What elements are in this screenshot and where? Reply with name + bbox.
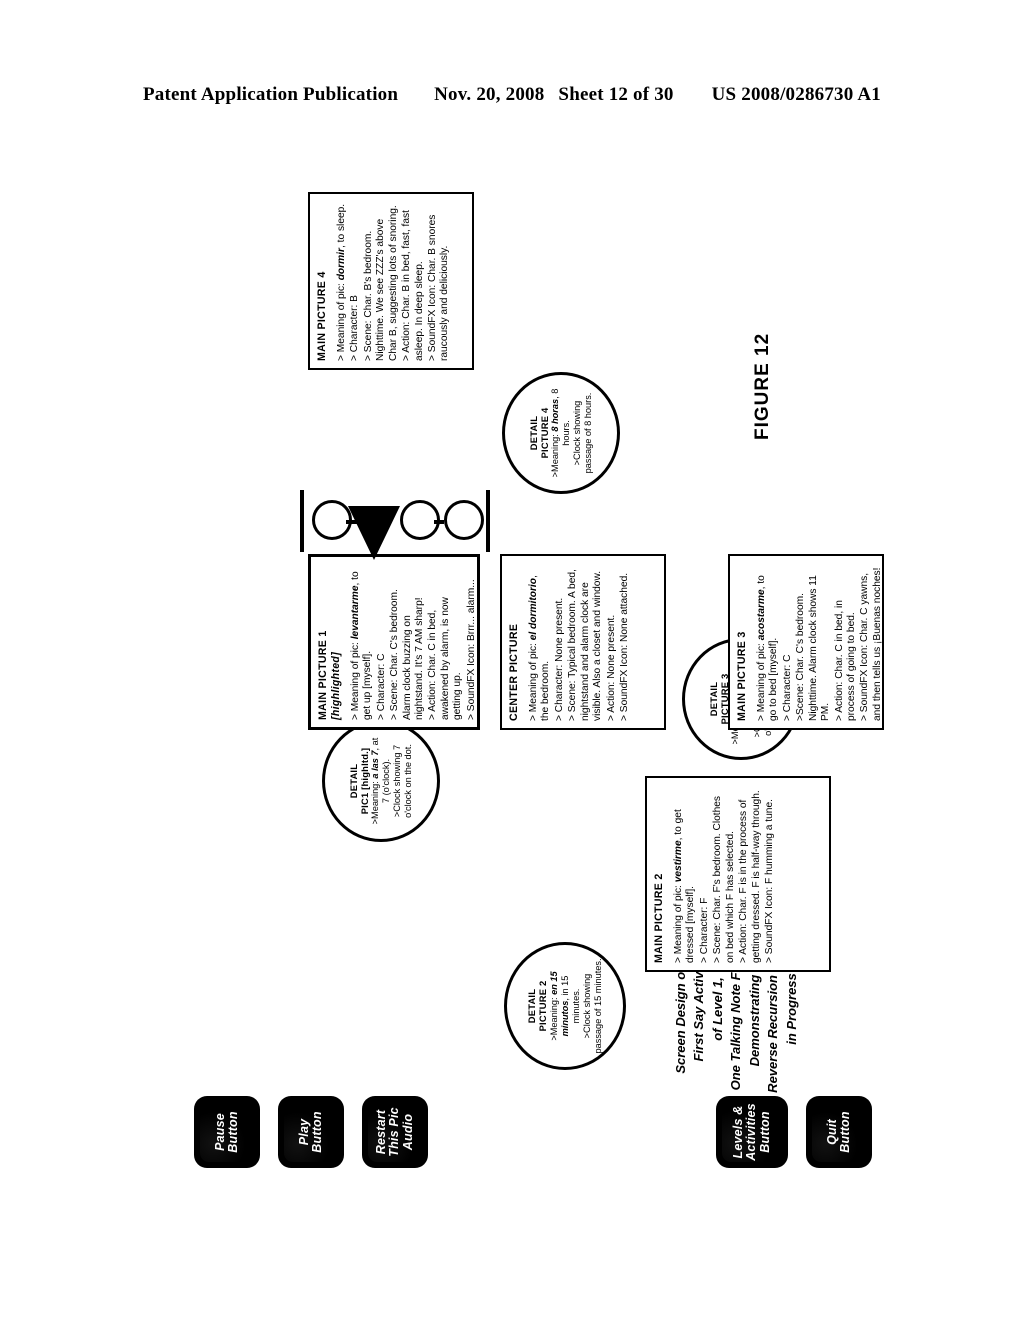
page-header: Patent Application Publication Nov. 20, … xyxy=(0,84,1024,106)
main-picture-1-line-3: > Action: Char. C in bed, awakened by al… xyxy=(427,597,464,720)
restart-audio-label-1: This Pic xyxy=(387,1107,402,1157)
main-picture-3-line-1: > Character: C xyxy=(781,654,793,721)
publication-label: Patent Application Publication xyxy=(143,84,399,105)
play-button-label-1: Button xyxy=(310,1111,324,1153)
restart-audio-button[interactable]: Restart This Pic Audio xyxy=(362,1096,428,1168)
levels-label-1: Activities xyxy=(744,1103,759,1161)
play-button-label-0: Play xyxy=(296,1118,311,1146)
detail-picture-2-bubble[interactable]: DETAIL PICTURE 2 >Meaning: en 15 minutos… xyxy=(504,942,626,1070)
main-picture-4-title: MAIN PICTURE 4 xyxy=(316,271,328,361)
main-picture-3-line-3: > Action: Char. C in bed, in process of … xyxy=(833,600,857,721)
main-picture-1-note[interactable]: MAIN PICTURE 1 [highlighted] > Meaning o… xyxy=(308,554,480,730)
chain-connector-2 xyxy=(434,520,444,524)
quit-button-label-1: Button xyxy=(838,1111,852,1153)
main-picture-2-line-0: > Meaning of pic: vestirme, to get dress… xyxy=(672,809,697,963)
figure-caption: FIGURE 12 xyxy=(752,332,773,440)
main-picture-1-line-4: > SoundFX Icon: Brrr... alarm... xyxy=(465,579,477,720)
play-button[interactable]: Play Button xyxy=(278,1096,344,1168)
center-picture-line-2: > Scene: Typical bedroom. A bed, nightst… xyxy=(567,569,604,721)
detail-pic-1-bubble[interactable]: DETAIL PIC1 [highltd.] >Meaning: a las 7… xyxy=(322,720,440,842)
detail-picture-4-title-1: DETAIL xyxy=(527,415,539,451)
detail-pic-1-title-1: DETAIL xyxy=(347,763,359,799)
pause-button-label-0: Pause xyxy=(212,1113,227,1151)
center-picture-note[interactable]: CENTER PICTURE > Meaning of pic: el dorm… xyxy=(500,554,666,730)
main-picture-4-line-2: > Scene: Char. B's bedroom. Nighttime. W… xyxy=(362,205,399,361)
chain-bottom-bar xyxy=(486,490,490,552)
center-picture-title: CENTER PICTURE xyxy=(508,623,520,721)
detail-picture-2-line-1: >Clock showing passage of 15 minutes. xyxy=(581,958,603,1054)
main-picture-1-line-2: > Scene: Char. C's bedroom. Alarm clock … xyxy=(389,589,426,720)
detail-picture-2-line-0: >Meaning: en 15 minutos, in 15 minutes. xyxy=(548,971,581,1041)
levels-activities-button[interactable]: Levels & Activities Button xyxy=(716,1096,788,1168)
quit-button[interactable]: Quit Button xyxy=(806,1096,872,1168)
main-picture-4-line-1: > Character: B xyxy=(349,295,361,361)
detail-picture-2-title-2: PICTURE 2 xyxy=(537,980,549,1032)
main-picture-3-line-0: > Meaning of pic: acostarme, to go to be… xyxy=(755,575,780,721)
main-picture-3-line-4: > SoundFX Icon: Char. C yawns, and then … xyxy=(859,567,883,721)
main-picture-1-title: MAIN PICTURE 1 [highlighted] xyxy=(317,564,343,720)
publication-date: Nov. 20, 2008 xyxy=(434,84,545,105)
main-picture-2-note[interactable]: MAIN PICTURE 2 > Meaning of pic: vestirm… xyxy=(645,776,831,972)
detail-pic-1-line-0: >Meaning: a las 7, at 7 (o'clock). xyxy=(370,737,392,825)
levels-label-2: Button xyxy=(757,1111,772,1153)
pause-button-label-1: Button xyxy=(226,1111,240,1153)
detail-picture-3-title-1: DETAIL xyxy=(707,681,719,717)
center-picture-line-1: > Character: None present. xyxy=(553,597,565,721)
detail-picture-2-title-1: DETAIL xyxy=(526,988,538,1024)
main-picture-2-line-1: > Character: F xyxy=(698,897,710,963)
main-picture-1-title-suffix: [highlighted] xyxy=(329,651,342,720)
detail-picture-4-title-2: PICTURE 4 xyxy=(538,407,550,459)
center-picture-line-0: > Meaning of pic: el dormitorio, the bed… xyxy=(527,575,552,721)
note-circle-3[interactable] xyxy=(444,500,484,540)
audio-pointer-triangle-icon xyxy=(348,506,400,560)
figure-diagram: Screen Design of the First Say Activity … xyxy=(112,120,912,1200)
center-picture-line-4: > SoundFX Icon: None attached. xyxy=(618,572,630,721)
main-picture-1-title-text: MAIN PICTURE 1 xyxy=(317,630,329,720)
chain-top-bar xyxy=(300,490,304,552)
main-picture-1-line-1: > Character: C xyxy=(375,653,387,720)
main-picture-4-line-4: > SoundFX Icon: Char. B snores raucously… xyxy=(426,214,451,361)
detail-picture-4-bubble[interactable]: DETAIL PICTURE 4 >Meaning: 8 horas, 8 ho… xyxy=(502,372,620,494)
main-picture-1-line-0: > Meaning of pic: levantarme, to get up … xyxy=(349,571,374,720)
main-picture-4-note[interactable]: MAIN PICTURE 4 > Meaning of pic: dormir,… xyxy=(308,192,474,370)
main-picture-2-line-4: > SoundFX Icon: F humming a tune. xyxy=(763,799,775,963)
main-picture-3-line-2: >Scene: Char. C's bedroom. Nighttime. Al… xyxy=(795,575,832,721)
restart-audio-label-2: Audio xyxy=(400,1113,415,1151)
center-picture-line-3: > Action: None present. xyxy=(605,614,617,721)
detail-picture-4-line-0: >Meaning: 8 horas, 8 hours. xyxy=(550,388,572,478)
main-picture-4-line-0: > Meaning of pic: dormir, to sleep. xyxy=(335,203,347,361)
detail-picture-4-line-1: >Clock showing passage of 8 hours. xyxy=(572,392,594,474)
patent-number: US 2008/0286730 A1 xyxy=(711,84,881,105)
detail-pic-1-line-1: >Clock showing 7 o'clock on the dot. xyxy=(392,744,414,818)
main-picture-3-title: MAIN PICTURE 3 xyxy=(736,631,748,721)
detail-pic-1-title-2: PIC1 [highltd.] xyxy=(358,747,370,815)
restart-audio-label-0: Restart xyxy=(373,1109,388,1155)
main-picture-4-line-3: > Action: Char. B in bed, fast, fast asl… xyxy=(401,210,425,361)
main-picture-2-line-2: > Scene: Char. F's bedroom. Clothes on b… xyxy=(712,795,736,963)
pause-button[interactable]: Pause Button xyxy=(194,1096,260,1168)
main-picture-2-line-3: > Action: Char. F is in the process of g… xyxy=(738,790,762,963)
main-picture-2-title: MAIN PICTURE 2 xyxy=(653,873,665,963)
levels-label-0: Levels & xyxy=(730,1105,745,1159)
main-picture-3-note[interactable]: MAIN PICTURE 3 > Meaning of pic: acostar… xyxy=(728,554,884,730)
quit-button-label-0: Quit xyxy=(824,1119,839,1145)
sheet-number: Sheet 12 of 30 xyxy=(558,84,674,105)
